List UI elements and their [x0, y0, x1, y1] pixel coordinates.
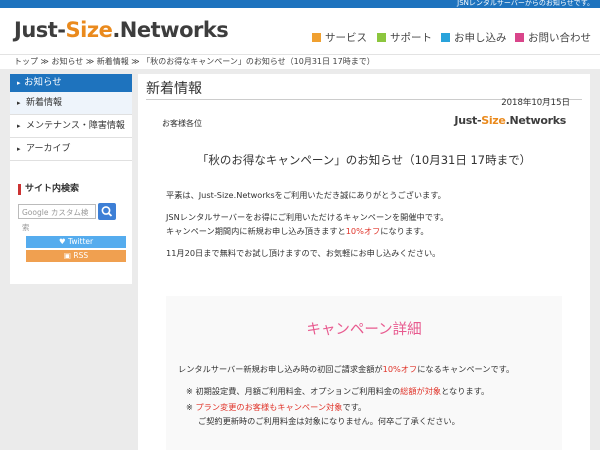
logo-part-networks: .Networks — [112, 18, 229, 42]
notice-logo: Just-Size.Networks — [454, 114, 566, 127]
rss-button[interactable]: ▣ RSS — [26, 250, 126, 262]
top-strip: JSNレンタルサーバーからのお知らせです。 — [0, 0, 600, 8]
nav-service[interactable]: サービス — [312, 30, 367, 45]
notice-title: 「秋のお得なキャンペーン」のお知らせ（10月31日 17時まで） — [196, 153, 532, 167]
detail-line-3: ※ プラン変更のお客様もキャンペーン対象です。 — [186, 402, 367, 412]
search-icon — [101, 206, 113, 217]
detail-line-2: ※ 初期設定費、月額ご利用料金、オプションご利用料金の総額が対象となります。 — [186, 386, 490, 396]
sidebar-header[interactable]: ▸ お知らせ — [10, 74, 132, 92]
nav-contact[interactable]: お問い合わせ — [515, 30, 591, 45]
sidebar: ▸ お知らせ ▸ 新着情報 ▸ メンテナンス・障害情報 ▸ アーカイブ サイト内検索 G… — [10, 74, 132, 284]
square-icon — [377, 33, 386, 42]
salutation: お客様各位 — [162, 119, 202, 128]
main-content: 新着情報 2018年10月15日 お客様各位 Just-Size.Network… — [138, 74, 590, 450]
nav-apply[interactable]: お申し込み — [441, 30, 507, 45]
page-title: 新着情報 — [146, 81, 202, 97]
rss-icon: ▣ — [63, 251, 74, 260]
logo-part-size: Size — [65, 18, 113, 42]
twitter-icon: ♥ — [58, 237, 68, 246]
logo-part-just: Just- — [14, 18, 66, 42]
detail-line-1: レンタルサーバー新規お申し込み時の初回ご請求金額が10%オフになるキャンペーンで… — [178, 364, 515, 374]
search-button[interactable] — [98, 203, 116, 220]
nav-support[interactable]: サポート — [377, 30, 432, 45]
paragraph-greeting: 平素は、Just-Size.Networksをご利用いただき誠にありがとうござい… — [166, 190, 446, 200]
sidebar-item-maintenance[interactable]: ▸ メンテナンス・障害情報 — [10, 115, 132, 138]
chevron-right-icon: ▸ — [17, 145, 21, 153]
top-strip-text: JSNレンタルサーバーからのお知らせです。 — [457, 0, 594, 7]
notice-date: 2018年10月15日 — [501, 98, 570, 108]
paragraph-trial: 11月20日まで無料でお試し頂けますので、お気軽にお申し込みください。 — [166, 248, 441, 258]
site-search-title: サイト内検索 — [18, 184, 79, 195]
detail-line-4: ご契約更新時のご利用料金は対象になりません。何卒ご了承ください。 — [198, 416, 460, 426]
search-input[interactable]: Google カスタム検索 — [18, 204, 96, 232]
square-icon — [441, 33, 450, 42]
square-icon — [515, 33, 524, 42]
chevron-right-icon: ▸ — [17, 99, 21, 107]
sidebar-item-news[interactable]: ▸ 新着情報 — [10, 92, 132, 115]
campaign-detail-title: キャンペーン詳細 — [306, 322, 422, 338]
chevron-right-icon: ▸ — [17, 122, 21, 130]
paragraph-campaign: JSNレンタルサーバーをお得にご利用いただけるキャンペーンを開催中です。 — [166, 212, 449, 222]
site-header: Just-Size.Networks サービス サポート お申し込み お問い合わ… — [0, 8, 600, 54]
twitter-button[interactable]: ♥ Twitter — [26, 236, 126, 248]
campaign-detail-box: キャンペーン詳細 レンタルサーバー新規お申し込み時の初回ご請求金額が10%オフに… — [166, 296, 562, 450]
square-icon — [312, 33, 321, 42]
site-logo[interactable]: Just-Size.Networks — [14, 18, 229, 42]
chevron-right-icon: ▸ — [17, 79, 21, 87]
sidebar-item-archive[interactable]: ▸ アーカイブ — [10, 138, 132, 161]
paragraph-discount: キャンペーン期間内に新規お申し込み頂きますと10%オフになります。 — [166, 226, 429, 236]
breadcrumb[interactable]: トップ ≫ お知らせ ≫ 新着情報 ≫ 「秋のお得なキャンペーン」のお知らせ（1… — [10, 56, 379, 67]
